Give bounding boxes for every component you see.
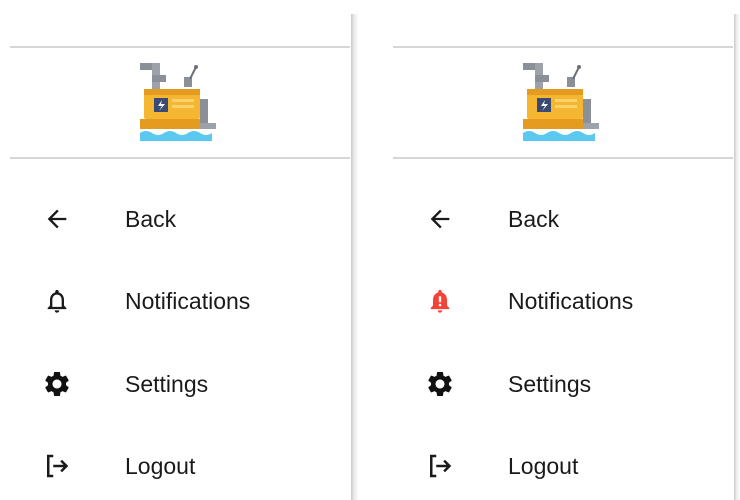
menu-item-label: Back <box>508 206 560 232</box>
menu-item-label: Settings <box>508 371 592 397</box>
menu-item-label: Notifications <box>508 288 634 314</box>
drawer-edge-shadow <box>734 14 740 500</box>
logout-icon <box>40 449 74 483</box>
header-divider-bottom <box>10 157 350 159</box>
drawer-edge-shadow <box>351 14 359 500</box>
menu-item-label: Notifications <box>125 288 251 314</box>
menu-item-label: Back <box>125 206 177 232</box>
navigation-drawer-right: Back Notifications Settings Logout <box>393 14 733 500</box>
gear-icon <box>40 367 74 401</box>
navigation-drawer-left: Back Notifications Settings Logout <box>10 14 350 500</box>
menu-item-settings[interactable]: Settings <box>10 354 350 414</box>
header-divider-bottom <box>393 157 733 159</box>
bell-alert-icon <box>423 284 457 318</box>
generator-logo-icon <box>140 63 216 141</box>
menu-item-back[interactable]: Back <box>393 189 733 249</box>
gear-icon <box>423 367 457 401</box>
menu-item-notifications[interactable]: Notifications <box>10 271 350 331</box>
logout-icon <box>423 449 457 483</box>
menu-item-back[interactable]: Back <box>10 189 350 249</box>
menu-item-settings[interactable]: Settings <box>393 354 733 414</box>
menu-item-logout[interactable]: Logout <box>10 436 350 496</box>
menu-item-label: Logout <box>508 453 579 479</box>
header-divider <box>10 46 350 48</box>
header-divider <box>393 46 733 48</box>
generator-logo-icon <box>523 63 599 141</box>
bell-outline-icon <box>40 284 74 318</box>
menu-item-notifications[interactable]: Notifications <box>393 271 733 331</box>
arrow-back-icon <box>40 202 74 236</box>
arrow-back-icon <box>423 202 457 236</box>
menu-item-logout[interactable]: Logout <box>393 436 733 496</box>
menu-item-label: Settings <box>125 371 209 397</box>
menu-item-label: Logout <box>125 453 196 479</box>
